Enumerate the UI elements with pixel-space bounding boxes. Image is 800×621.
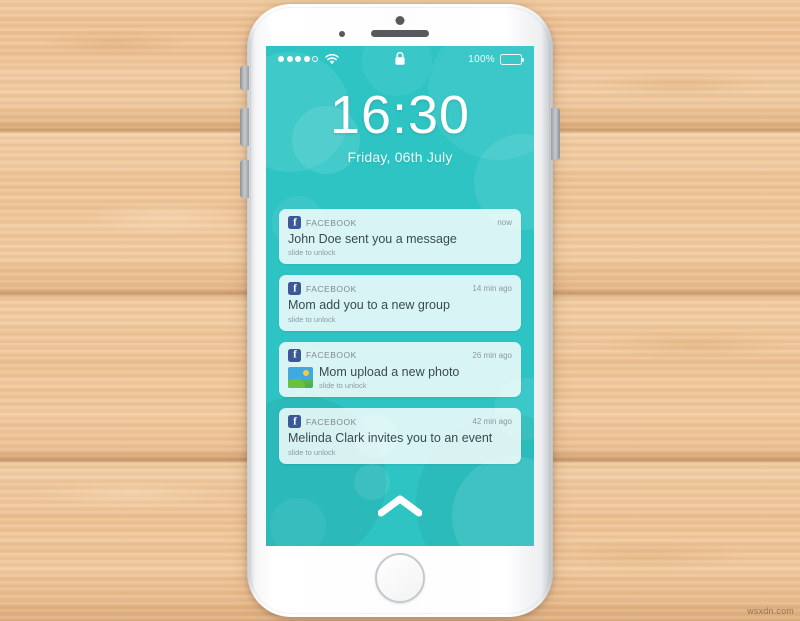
wood-grain-detail <box>590 70 770 100</box>
notification-message: Melinda Clark invites you to an event <box>288 431 493 446</box>
notification-body: Melinda Clark invites you to an event sl… <box>288 431 512 456</box>
notification-message: Mom add you to a new group <box>288 298 450 313</box>
notification-card[interactable]: FACEBOOK 14 min ago Mom add you to a new… <box>279 275 521 331</box>
proximity-sensor-icon <box>339 31 345 37</box>
wood-grain-detail <box>540 540 750 572</box>
home-button[interactable] <box>375 553 425 603</box>
notification-message: Mom upload a new photo <box>319 364 460 379</box>
smartphone-device: 100% 16:30 Friday, 06th July FACEBOOK no… <box>240 4 560 617</box>
notification-timestamp: 26 min ago <box>472 350 512 360</box>
wood-grain-detail <box>30 480 230 508</box>
wood-grain-detail <box>40 30 190 56</box>
silent-switch-button[interactable] <box>240 66 249 90</box>
facebook-icon <box>288 415 301 429</box>
notification-app-name: FACEBOOK <box>306 416 357 427</box>
notification-list: FACEBOOK now John Doe sent you a message… <box>279 209 521 475</box>
slide-to-unlock-hint: slide to unlock <box>288 447 336 457</box>
status-bar: 100% <box>266 46 534 72</box>
slide-to-unlock-hint: slide to unlock <box>319 381 367 391</box>
photo-thumbnail-icon <box>288 366 313 388</box>
notification-timestamp: 14 min ago <box>472 284 512 294</box>
phone-screen[interactable]: 100% 16:30 Friday, 06th July FACEBOOK no… <box>266 46 534 546</box>
clock-date: Friday, 06th July <box>347 149 453 165</box>
notification-body: John Doe sent you a message slide to unl… <box>288 232 512 257</box>
facebook-icon <box>288 216 301 229</box>
notification-card[interactable]: FACEBOOK 26 min ago Mom upload a new pho… <box>279 341 521 398</box>
notification-app-name: FACEBOOK <box>306 283 357 294</box>
watermark: wsxdn.com <box>747 606 794 616</box>
notification-app-name: FACEBOOK <box>306 350 357 361</box>
slide-to-unlock-hint: slide to unlock <box>288 314 336 324</box>
notification-header: FACEBOOK now <box>288 216 512 229</box>
facebook-icon <box>288 282 301 296</box>
signal-strength-icon <box>278 56 318 62</box>
earpiece-speaker <box>371 30 429 37</box>
notification-header: FACEBOOK 26 min ago <box>288 348 512 362</box>
power-button[interactable] <box>551 108 560 160</box>
front-camera-icon <box>395 16 405 25</box>
chevron-up-icon[interactable] <box>377 495 423 522</box>
notification-card[interactable]: FACEBOOK 42 min ago Melinda Clark invite… <box>279 408 521 464</box>
notification-message: John Doe sent you a message <box>288 232 457 246</box>
lock-icon <box>394 51 406 68</box>
notification-body: Mom add you to a new group slide to unlo… <box>288 298 512 323</box>
slide-to-unlock-hint: slide to unlock <box>288 248 336 258</box>
battery-status: 100% <box>468 53 525 65</box>
wood-grain-detail <box>80 200 250 234</box>
battery-icon <box>500 53 525 65</box>
lockscreen-clock: 16:30 Friday, 06th July <box>266 88 534 165</box>
background-bubble <box>270 498 326 546</box>
notification-timestamp: 42 min ago <box>472 417 512 427</box>
facebook-icon <box>288 348 301 362</box>
battery-percent-label: 100% <box>468 53 495 65</box>
notification-timestamp: now <box>497 218 512 227</box>
notification-body: Mom upload a new photo slide to unlock <box>288 365 512 390</box>
volume-down-button[interactable] <box>240 160 249 198</box>
clock-time: 16:30 <box>329 85 471 145</box>
notification-header: FACEBOOK 42 min ago <box>288 415 512 429</box>
notification-app-name: FACEBOOK <box>306 217 357 228</box>
notification-card[interactable]: FACEBOOK now John Doe sent you a message… <box>279 209 521 265</box>
notification-header: FACEBOOK 14 min ago <box>288 282 512 296</box>
volume-up-button[interactable] <box>240 108 249 146</box>
wifi-icon <box>325 53 339 65</box>
wood-grain-detail <box>600 330 790 360</box>
